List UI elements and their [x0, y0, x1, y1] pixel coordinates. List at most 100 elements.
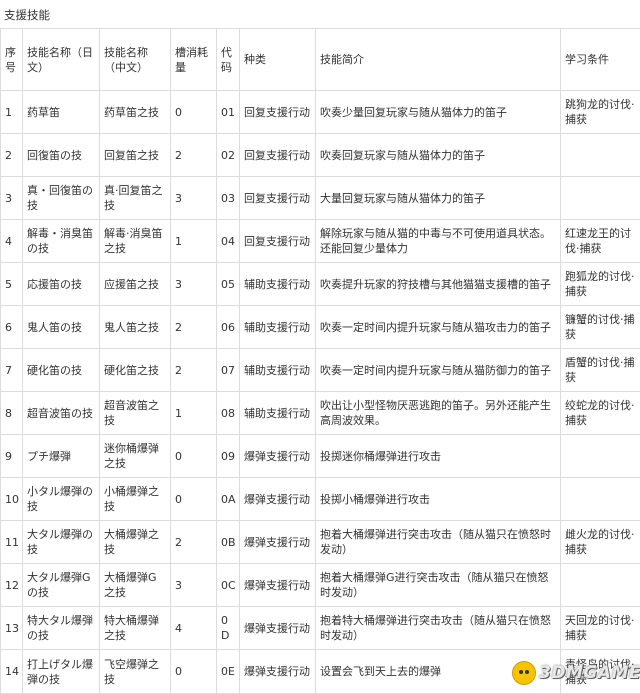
cell-code: 03 — [217, 177, 240, 220]
header-desc: 技能简介 — [316, 29, 561, 91]
cell-condition — [561, 478, 640, 521]
cell-desc: 解除玩家与随从猫的中毒与不可使用道具状态。还能回复少量体力 — [316, 220, 561, 263]
cell-num: 2 — [1, 134, 23, 177]
cell-desc: 大量回复玩家与随从猫体力的笛子 — [316, 177, 561, 220]
cell-code: 04 — [217, 220, 240, 263]
header-num: 序号 — [1, 29, 23, 91]
cell-num: 11 — [1, 521, 23, 564]
cell-num: 13 — [1, 607, 23, 650]
cell-slots: 3 — [171, 177, 217, 220]
cell-name-cn: 真·回复笛之技 — [100, 177, 171, 220]
table-row: 6 鬼人笛の技 鬼人笛之技 2 06 辅助支援行动 吹奏一定时间内提升玩家与随从… — [1, 306, 640, 349]
cell-name-cn: 特大桶爆弹之技 — [100, 607, 171, 650]
cell-type: 爆弹支援行动 — [240, 607, 316, 650]
cell-slots: 3 — [171, 263, 217, 306]
cell-name-jp: 回復笛の技 — [23, 134, 100, 177]
header-condition: 学习条件 — [561, 29, 640, 91]
cell-name-cn: 回复笛之技 — [100, 134, 171, 177]
cell-num: 10 — [1, 478, 23, 521]
cell-num: 14 — [1, 650, 23, 694]
cell-num: 4 — [1, 220, 23, 263]
cell-code: 06 — [217, 306, 240, 349]
cell-condition — [561, 435, 640, 478]
cell-slots: 0 — [171, 650, 217, 694]
cell-name-jp: 大タル爆弾Gの技 — [23, 564, 100, 607]
cell-type: 辅助支援行动 — [240, 392, 316, 435]
cell-condition: 跑狐龙的讨伐·捕获 — [561, 263, 640, 306]
cell-condition — [561, 564, 640, 607]
cell-name-cn: 小桶爆弹之技 — [100, 478, 171, 521]
cell-desc: 抱着大桶爆弹进行突击攻击（随从猫只在愤怒时发动） — [316, 521, 561, 564]
cell-name-cn: 大桶爆弹之技 — [100, 521, 171, 564]
cell-slots: 1 — [171, 220, 217, 263]
cell-code: 01 — [217, 91, 240, 134]
cell-name-cn: 迷你桶爆弹之技 — [100, 435, 171, 478]
cell-slots: 2 — [171, 349, 217, 392]
cell-desc: 投掷迷你桶爆弹进行攻击 — [316, 435, 561, 478]
cell-code: 0B — [217, 521, 240, 564]
cell-code: 0E — [217, 650, 240, 694]
cell-slots: 1 — [171, 392, 217, 435]
cell-name-jp: 超音波笛の技 — [23, 392, 100, 435]
cell-type: 回复支援行动 — [240, 220, 316, 263]
cell-condition: 跳狗龙的讨伐·捕获 — [561, 91, 640, 134]
cell-type: 辅助支援行动 — [240, 306, 316, 349]
cell-type: 爆弹支援行动 — [240, 521, 316, 564]
cell-name-jp: 小タル爆弾の技 — [23, 478, 100, 521]
cell-code: 0D — [217, 607, 240, 650]
table-row: 11 大タル爆弾の技 大桶爆弹之技 2 0B 爆弹支援行动 抱着大桶爆弹进行突击… — [1, 521, 640, 564]
table-row: 2 回復笛の技 回复笛之技 2 02 回复支援行动 吹奏回复玩家与随从猫体力的笛… — [1, 134, 640, 177]
cell-type: 回复支援行动 — [240, 134, 316, 177]
header-name-cn: 技能名称（中文） — [100, 29, 171, 91]
cell-desc: 吹奏回复玩家与随从猫体力的笛子 — [316, 134, 561, 177]
cell-condition: 红速龙王的讨伐·捕获 — [561, 220, 640, 263]
cell-condition: 镰蟹的讨伐·捕获 — [561, 306, 640, 349]
cell-name-cn: 硬化笛之技 — [100, 349, 171, 392]
header-slots: 槽消耗量 — [171, 29, 217, 91]
cell-name-jp: 大タル爆弾の技 — [23, 521, 100, 564]
cell-type: 爆弹支援行动 — [240, 435, 316, 478]
cell-type: 回复支援行动 — [240, 177, 316, 220]
header-type: 种类 — [240, 29, 316, 91]
cell-code: 0C — [217, 564, 240, 607]
cell-slots: 2 — [171, 134, 217, 177]
cell-name-jp: 硬化笛の技 — [23, 349, 100, 392]
cell-num: 8 — [1, 392, 23, 435]
table-row: 13 特大タル爆弾の技 特大桶爆弹之技 4 0D 爆弹支援行动 抱着特大桶爆弹进… — [1, 607, 640, 650]
cell-slots: 2 — [171, 521, 217, 564]
cell-num: 5 — [1, 263, 23, 306]
cell-desc: 吹奏一定时间内提升玩家与随从猫防御力的笛子 — [316, 349, 561, 392]
cell-condition — [561, 134, 640, 177]
table-row: 10 小タル爆弾の技 小桶爆弹之技 0 0A 爆弹支援行动 投掷小桶爆弹进行攻击 — [1, 478, 640, 521]
cell-slots: 3 — [171, 564, 217, 607]
cell-name-cn: 鬼人笛之技 — [100, 306, 171, 349]
cell-desc: 抱着大桶爆弹G进行突击攻击（随从猫只在愤怒时发动） — [316, 564, 561, 607]
cell-code: 05 — [217, 263, 240, 306]
cell-num: 7 — [1, 349, 23, 392]
table-row: 3 真・回復笛の技 真·回复笛之技 3 03 回复支援行动 大量回复玩家与随从猫… — [1, 177, 640, 220]
watermark-text: 3DMGAME — [539, 663, 640, 683]
cell-code: 07 — [217, 349, 240, 392]
support-skills-table: 序号 技能名称（日文） 技能名称（中文） 槽消耗量 代码 种类 技能简介 学习条… — [0, 28, 640, 694]
table-row: 8 超音波笛の技 超音波笛之技 1 08 辅助支援行动 吹出让小型怪物厌恶逃跑的… — [1, 392, 640, 435]
table-row: 12 大タル爆弾Gの技 大桶爆弹G之技 3 0C 爆弹支援行动 抱着大桶爆弹G进… — [1, 564, 640, 607]
mascot-icon — [512, 661, 536, 685]
cell-desc: 吹奏少量回复玩家与随从猫体力的笛子 — [316, 91, 561, 134]
cell-name-jp: 解毒・消臭笛の技 — [23, 220, 100, 263]
cell-name-cn: 大桶爆弹G之技 — [100, 564, 171, 607]
table-row: 1 药草笛 药草笛之技 0 01 回复支援行动 吹奏少量回复玩家与随从猫体力的笛… — [1, 91, 640, 134]
cell-name-jp: プチ爆弾 — [23, 435, 100, 478]
cell-condition: 盾蟹的讨伐·捕获 — [561, 349, 640, 392]
table-row: 5 応援笛の技 应援笛之技 3 05 辅助支援行动 吹奏提升玩家的狩技槽与其他猫… — [1, 263, 640, 306]
cell-name-jp: 応援笛の技 — [23, 263, 100, 306]
cell-desc: 抱着特大桶爆弹进行突击攻击（随从猫只在愤怒时发动） — [316, 607, 561, 650]
cell-name-jp: 鬼人笛の技 — [23, 306, 100, 349]
cell-num: 3 — [1, 177, 23, 220]
cell-name-cn: 超音波笛之技 — [100, 392, 171, 435]
cell-type: 辅助支援行动 — [240, 349, 316, 392]
cell-slots: 0 — [171, 435, 217, 478]
cell-code: 02 — [217, 134, 240, 177]
cell-slots: 0 — [171, 91, 217, 134]
cell-type: 爆弹支援行动 — [240, 650, 316, 694]
cell-type: 回复支援行动 — [240, 91, 316, 134]
